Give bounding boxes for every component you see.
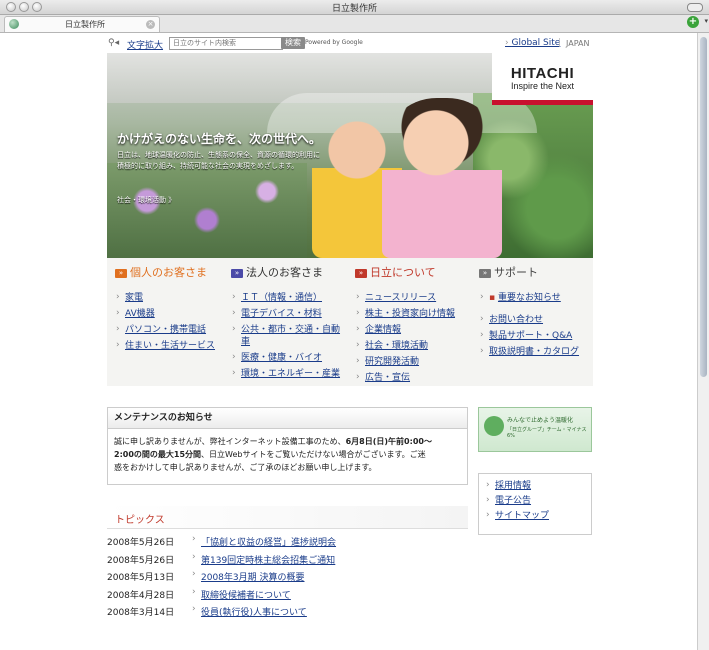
- column-heading-personal[interactable]: » 個人のお客さま: [115, 264, 233, 280]
- topic-date: 2008年4月28日: [107, 591, 175, 601]
- arrow-icon: »: [231, 269, 243, 278]
- topic-link[interactable]: 「協創と収益の経営」進捗説明会: [192, 534, 336, 548]
- divider: |: [558, 38, 562, 48]
- new-tab-icon[interactable]: +: [687, 16, 699, 28]
- topic-link[interactable]: 取締役候補者について: [192, 587, 291, 601]
- list-item[interactable]: AV機器: [115, 307, 233, 320]
- list-item[interactable]: 医療・健康・バイオ: [231, 351, 349, 364]
- search-button[interactable]: 検索: [281, 37, 305, 49]
- utility-bar: ⚲◂ 文字拡大 検索 Powered by Google › Global Si…: [107, 37, 593, 51]
- window-title: 日立製作所: [331, 4, 377, 14]
- globe-icon: [484, 416, 504, 436]
- maintenance-body: 誠に申し訳ありませんが、弊社インターネット設備工事のため、6月8日(日)午前0:…: [114, 437, 432, 472]
- column-heading-support[interactable]: » サポート: [479, 264, 597, 280]
- toolbar-toggle-button[interactable]: [687, 3, 703, 12]
- logo-wordmark: HITACHI: [510, 65, 575, 82]
- list-item[interactable]: 研究開発活動: [355, 355, 473, 368]
- arrow-icon: »: [115, 269, 127, 278]
- column-heading-about[interactable]: » 日立について: [355, 264, 473, 280]
- alert-icon: ▪: [489, 293, 498, 303]
- global-site-label: Global Site: [511, 38, 561, 48]
- tab-close-icon[interactable]: ×: [146, 20, 155, 29]
- list-item[interactable]: 電子デバイス・材料: [231, 307, 349, 320]
- column-personal: »個人のお客さま 家電 AV機器 パソコン・携帯電話 住まい・生活サービス: [115, 264, 233, 356]
- favicon-icon: [9, 19, 19, 29]
- column-title: 法人のお客さま: [246, 266, 323, 279]
- tab-bar: 日立製作所 × + ▾: [0, 15, 709, 33]
- global-site-link[interactable]: › Global Site: [505, 38, 560, 48]
- list-item[interactable]: 住まい・生活サービス: [115, 339, 233, 352]
- column-support: »サポート ▪ 重要なお知らせ お問い合わせ 製品サポート・Q&A 取扱説明書・…: [479, 264, 597, 362]
- column-title: 日立について: [370, 266, 436, 279]
- topic-date: 2008年5月13日: [107, 573, 175, 583]
- hero-environment-link[interactable]: 社会・環境活動 》: [117, 195, 175, 205]
- list-item[interactable]: 環境・エネルギー・産業: [231, 367, 349, 380]
- list-item[interactable]: お問い合わせ: [479, 313, 597, 326]
- column-title: 個人のお客さま: [130, 266, 207, 279]
- topic-row: 2008年3月14日 役員(執行役)人事について: [107, 604, 468, 619]
- topics-title: トピックス: [115, 515, 165, 526]
- hero-headline: かけがえのない生命を、次の世代へ。: [117, 132, 322, 146]
- topics-header: トピックス: [107, 506, 468, 529]
- list-item[interactable]: ＩＴ（情報・通信）: [231, 291, 349, 304]
- site-search-input[interactable]: [169, 37, 283, 50]
- important-notice-link[interactable]: ▪ 重要なお知らせ: [479, 291, 597, 304]
- list-item[interactable]: 社会・環境活動: [355, 339, 473, 352]
- topic-date: 2008年3月14日: [107, 608, 175, 618]
- arrow-icon: »: [355, 269, 367, 278]
- tab-hitachi[interactable]: 日立製作所 ×: [4, 16, 160, 32]
- logo-tagline: Inspire the Next: [510, 81, 575, 91]
- hero-image[interactable]: かけがえのない生命を、次の世代へ。 日立は、地球温暖化の防止、生態系の保全、資源…: [107, 53, 593, 258]
- hitachi-logo[interactable]: HITACHI Inspire the Next: [492, 53, 593, 105]
- banner-subtitle: 「日立グループ」チーム・マイナス6%: [507, 427, 587, 439]
- vertical-scrollbar[interactable]: [697, 33, 709, 650]
- cutoff-content: [107, 640, 468, 650]
- list-item[interactable]: パソコン・携帯電話: [115, 323, 233, 336]
- banner-title: みんなで止めよう温暖化: [507, 417, 574, 424]
- hero-flowers: [107, 163, 307, 258]
- list-item[interactable]: 製品サポート・Q&A: [479, 329, 597, 342]
- side-link-public-notice[interactable]: 電子公告: [485, 494, 591, 507]
- list-item[interactable]: ニュースリリース: [355, 291, 473, 304]
- maintenance-title: メンテナンスのお知らせ: [108, 408, 467, 429]
- column-heading-business[interactable]: » 法人のお客さま: [231, 264, 349, 280]
- topic-link[interactable]: 役員(執行役)人事について: [192, 604, 307, 618]
- window-titlebar: 日立製作所: [0, 0, 709, 15]
- topic-row: 2008年5月26日 「協創と収益の経営」進捗説明会: [107, 534, 468, 549]
- topic-row: 2008年5月26日 第139回定時株主総会招集ご通知: [107, 552, 468, 567]
- japan-label: JAPAN: [566, 39, 590, 48]
- category-navigation: »個人のお客さま 家電 AV機器 パソコン・携帯電話 住まい・生活サービス »法…: [107, 258, 593, 386]
- tab-label: 日立製作所: [65, 20, 105, 29]
- column-title: サポート: [494, 266, 538, 279]
- hero-body: 日立は、地球温暖化の防止、生態系の保全、資源の循環的利用に積極的に取り組み、持続…: [117, 151, 320, 170]
- hero-child-right: [382, 98, 502, 258]
- topic-date: 2008年5月26日: [107, 556, 175, 566]
- side-link-sitemap[interactable]: サイトマップ: [485, 509, 591, 522]
- side-links: 採用情報 電子公告 サイトマップ: [478, 473, 592, 535]
- list-item[interactable]: 公共・都市・交通・自動車: [231, 323, 341, 348]
- topic-row: 2008年4月28日 取締役候補者について: [107, 587, 468, 602]
- scrollbar-thumb[interactable]: [700, 37, 707, 377]
- list-item[interactable]: 家電: [115, 291, 233, 304]
- list-item[interactable]: 広告・宣伝: [355, 371, 473, 384]
- arrow-icon: »: [479, 269, 491, 278]
- list-item[interactable]: 株主・投資家向け情報: [355, 307, 473, 320]
- column-business: »法人のお客さま ＩＴ（情報・通信） 電子デバイス・材料 公共・都市・交通・自動…: [231, 264, 349, 384]
- topic-link[interactable]: 第139回定時株主総会招集ご通知: [192, 552, 335, 566]
- logo-red-bar: [492, 100, 593, 105]
- magnifier-speaker-icon: ⚲◂: [108, 38, 120, 48]
- column-about: »日立について ニュースリリース 株主・投資家向け情報 企業情報 社会・環境活動…: [355, 264, 473, 388]
- topic-link[interactable]: 2008年3月期 決算の概要: [192, 569, 305, 583]
- powered-by-google: Powered by Google: [305, 39, 363, 46]
- side-link-careers[interactable]: 採用情報: [485, 479, 591, 492]
- text-size-link[interactable]: 文字拡大: [127, 38, 163, 51]
- tab-menu-icon[interactable]: ▾: [704, 17, 708, 25]
- stop-warming-banner[interactable]: みんなで止めよう温暖化 「日立グループ」チーム・マイナス6%: [478, 407, 592, 452]
- maintenance-notice: メンテナンスのお知らせ 誠に申し訳ありませんが、弊社インターネット設備工事のため…: [107, 407, 468, 485]
- list-item[interactable]: 取扱説明書・カタログ: [479, 345, 597, 358]
- topic-date: 2008年5月26日: [107, 538, 175, 548]
- topic-row: 2008年5月13日 2008年3月期 決算の概要: [107, 569, 468, 584]
- list-item[interactable]: 企業情報: [355, 323, 473, 336]
